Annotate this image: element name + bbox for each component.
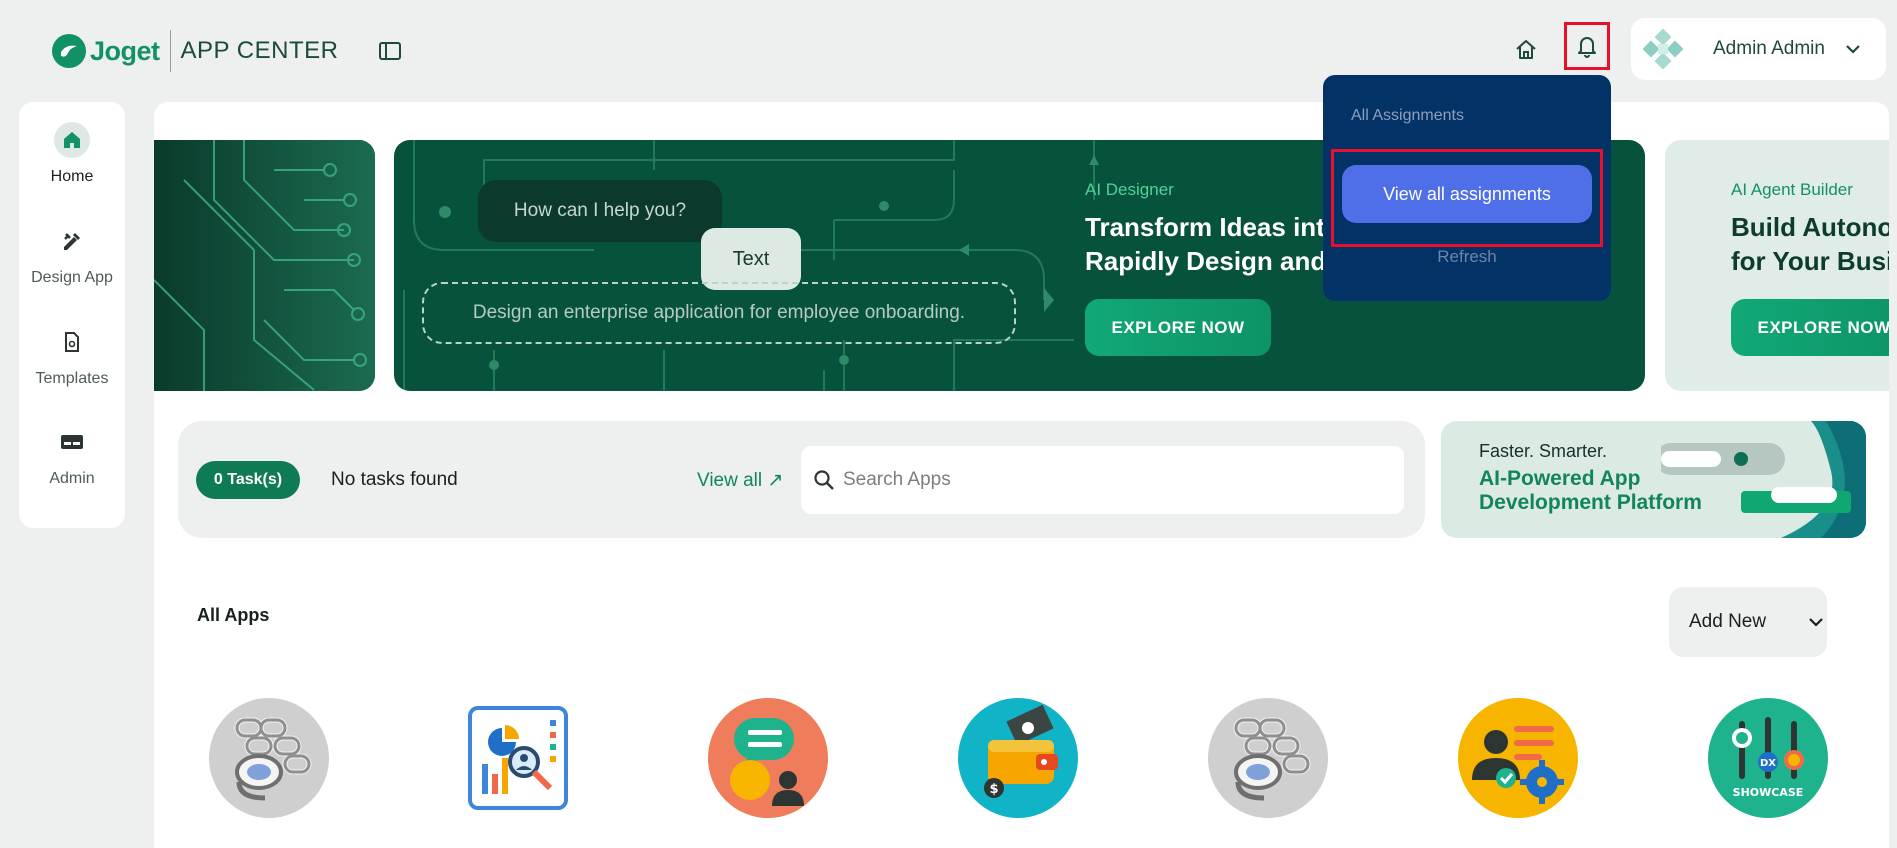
app-chat-icon[interactable] xyxy=(708,698,828,818)
nav-label: Templates xyxy=(35,370,109,387)
view-all-tasks-link[interactable]: View all ↗ xyxy=(697,469,783,492)
home-icon xyxy=(1516,40,1536,59)
app-chain-icon[interactable] xyxy=(1208,698,1328,818)
task-count-badge[interactable]: 0 Task(s) xyxy=(196,461,300,499)
dx-badge-text: DX xyxy=(1760,758,1776,769)
all-apps-heading: All Apps xyxy=(197,605,270,625)
nav-label: Home xyxy=(50,168,94,185)
nav-item-templates[interactable]: Templates xyxy=(19,324,125,388)
search-input[interactable] xyxy=(843,469,1383,491)
nav-item-design-app[interactable]: Design App xyxy=(19,223,125,287)
sidebar-panel-icon xyxy=(379,42,401,60)
svg-text:$: $ xyxy=(989,782,998,797)
assignments-heading: All Assignments xyxy=(1351,107,1464,124)
nav-item-home[interactable]: Home xyxy=(19,122,125,186)
banner-circuit-partial[interactable] xyxy=(154,140,375,391)
joget-logo-icon xyxy=(52,34,86,68)
assignments-dropdown: All Assignments View all assignments Ref… xyxy=(1323,75,1611,301)
template-icon xyxy=(54,324,90,360)
search-icon xyxy=(814,470,834,490)
admin-card-icon xyxy=(54,424,90,460)
prompt-example: Design an enterprise application for emp… xyxy=(422,282,1016,344)
banner-ai-agent-builder[interactable]: AI Agent Builder Build Autono for Your B… xyxy=(1665,140,1889,391)
banner-tag: AI Agent Builder xyxy=(1731,180,1853,199)
promo-ai-platform[interactable]: Faster. Smarter. AI-Powered App Developm… xyxy=(1441,421,1866,538)
task-summary-bar: 0 Task(s) No tasks found View all ↗ xyxy=(178,421,1425,538)
banner-title-line2: for Your Busi xyxy=(1731,246,1889,276)
showcase-caption: SHOWCASE xyxy=(1733,786,1804,799)
banner-title-line2: Rapidly Design and xyxy=(1085,246,1327,276)
user-name: Admin Admin xyxy=(1713,38,1825,59)
explore-now-button[interactable]: EXPLORE NOW xyxy=(1085,299,1271,356)
app-center-title: APP CENTER xyxy=(180,37,339,64)
app-analytics-icon[interactable] xyxy=(458,698,578,818)
banner-title-line1: Build Autono xyxy=(1731,212,1889,242)
user-menu[interactable]: Admin Admin xyxy=(1631,18,1886,80)
avatar xyxy=(1643,29,1683,69)
search-apps-box[interactable] xyxy=(801,446,1404,514)
app-wallet-icon[interactable]: $ xyxy=(958,698,1078,818)
chat-bubble-help: How can I help you? xyxy=(478,180,722,242)
chevron-down-icon xyxy=(1809,618,1823,627)
add-new-dropdown[interactable]: Add New xyxy=(1669,587,1827,657)
chat-bubble-text: Text xyxy=(701,228,801,290)
left-navigation: Home Design App Templates Admin xyxy=(19,102,125,528)
banner-title-line1: Transform Ideas int xyxy=(1085,212,1325,242)
view-all-assignments-button[interactable]: View all assignments xyxy=(1342,165,1592,223)
app-dx-showcase-icon[interactable]: DX SHOWCASE xyxy=(1708,698,1828,818)
sidebar-toggle-button[interactable] xyxy=(378,40,402,62)
app-label xyxy=(199,842,339,848)
banner-tag: AI Designer xyxy=(1085,180,1174,199)
app-chain-icon[interactable] xyxy=(209,698,329,818)
nav-label: Design App xyxy=(31,269,113,286)
explore-now-button[interactable]: EXPLORE NOW xyxy=(1731,299,1889,356)
app-hr-settings-icon[interactable] xyxy=(1458,698,1578,818)
promo-tagline: Faster. Smarter. xyxy=(1479,441,1608,461)
circuit-pattern-graphic xyxy=(154,140,375,391)
logo-text: Joget xyxy=(90,35,160,66)
refresh-link[interactable]: Refresh xyxy=(1323,247,1611,267)
no-tasks-text: No tasks found xyxy=(331,469,458,490)
promo-graphic xyxy=(1661,421,1866,538)
chevron-down-icon xyxy=(1846,45,1860,54)
nav-label: Admin xyxy=(49,470,95,487)
add-new-label: Add New xyxy=(1689,611,1767,632)
nav-item-admin[interactable]: Admin xyxy=(19,424,125,488)
logo-divider xyxy=(169,30,171,72)
home-button[interactable] xyxy=(1510,34,1542,66)
notifications-button[interactable] xyxy=(1564,22,1610,70)
main-content: How can I help you? Text Design an enter… xyxy=(154,102,1889,848)
home-icon xyxy=(54,122,90,158)
bell-icon xyxy=(1578,37,1596,58)
top-header: Joget APP CENTER Admin Admin xyxy=(0,0,1897,100)
joget-logo[interactable]: Joget APP CENTER xyxy=(52,30,338,72)
design-tools-icon xyxy=(54,223,90,259)
